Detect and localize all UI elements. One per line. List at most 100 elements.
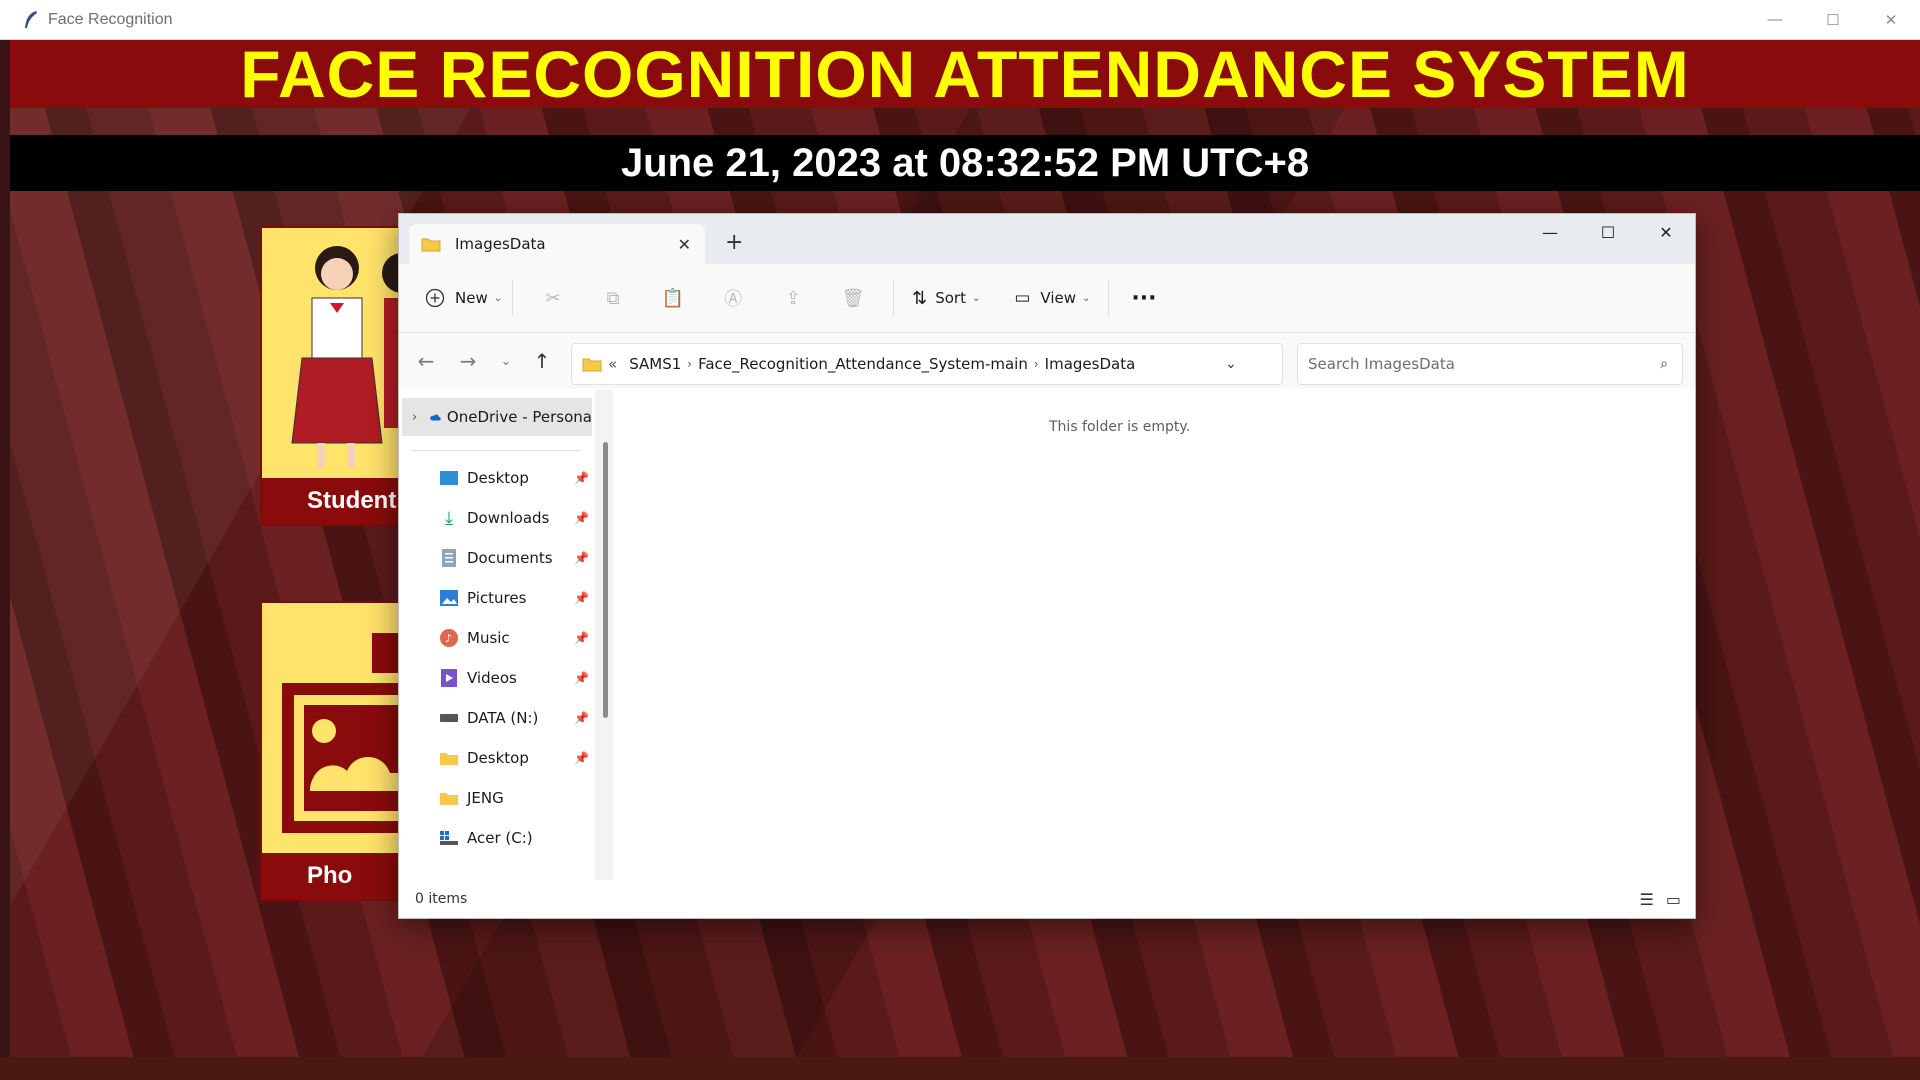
tab-label: ImagesData (455, 235, 546, 253)
datetime-bar: June 21, 2023 at 08:32:52 PM UTC+8 (10, 135, 1920, 191)
app-close-button[interactable]: ✕ (1862, 0, 1920, 39)
toolbar-divider (1108, 280, 1110, 316)
rename-icon[interactable]: Ⓐ (721, 286, 745, 310)
sidebar-item-label: Documents (467, 549, 553, 567)
recent-locations-chevron-icon[interactable]: ⌄ (495, 354, 517, 369)
download-icon: ⤓ (445, 507, 453, 529)
pin-icon[interactable]: 📌 (574, 591, 589, 605)
documents-icon (439, 548, 459, 568)
up-arrow-icon[interactable]: ↑ (531, 349, 553, 373)
sidebar-item-desktop-folder[interactable]: Desktop 📌 (439, 742, 595, 774)
feather-icon (25, 10, 37, 28)
chevron-down-icon: ⌄ (493, 292, 503, 304)
pin-icon[interactable]: 📌 (574, 751, 589, 765)
back-arrow-icon[interactable]: ← (415, 349, 437, 373)
forward-arrow-icon[interactable]: → (457, 349, 479, 373)
paste-icon[interactable]: 📋 (661, 286, 685, 310)
app-titlebar: Face Recognition — ☐ ✕ (0, 0, 1920, 40)
sidebar-item-label: JENG (467, 789, 504, 807)
drive-icon (439, 708, 459, 728)
sort-icon: ⇅ (912, 287, 928, 309)
header-banner: FACE RECOGNITION ATTENDANCE SYSTEM (10, 40, 1920, 111)
toolbar-divider (512, 280, 514, 316)
search-icon[interactable]: ⌕ (1660, 356, 1668, 372)
new-button-label: New (455, 289, 488, 307)
pin-icon[interactable]: 📌 (574, 711, 589, 725)
explorer-close-button[interactable]: ✕ (1637, 214, 1695, 250)
breadcrumb-separator-icon: › (687, 357, 693, 371)
folder-icon (439, 748, 459, 768)
windows-drive-icon (439, 828, 459, 848)
breadcrumb-sams1[interactable]: SAMS1 (629, 355, 681, 373)
tiles-view-icon[interactable]: ▭ (1666, 890, 1681, 909)
sidebar-item-label: Acer (C:) (467, 829, 533, 847)
pin-icon[interactable]: 📌 (574, 511, 589, 525)
new-button[interactable]: New ⌄ (425, 288, 502, 308)
sidebar-item-pictures[interactable]: Pictures 📌 (439, 582, 595, 614)
pin-icon[interactable]: 📌 (574, 631, 589, 645)
pin-icon[interactable]: 📌 (574, 551, 589, 565)
address-row: ← → ⌄ ↑ « SAMS1 › Face_Recognition_Atten… (399, 333, 1695, 389)
music-icon: ♪ (439, 628, 459, 648)
sidebar-item-label: Pictures (467, 589, 527, 607)
search-input[interactable] (1306, 354, 1630, 374)
sidebar-item-label: Desktop (467, 469, 529, 487)
sidebar-item-onedrive[interactable]: › OneDrive - Persona (402, 398, 592, 436)
sidebar-item-downloads[interactable]: ⤓ Downloads 📌 (439, 502, 595, 534)
svg-text:♪: ♪ (445, 632, 452, 645)
file-explorer-window: ImagesData ✕ + — ☐ ✕ New ⌄ ✂ ⧉ 📋 Ⓐ ⇪ 🗑 ⇅… (398, 213, 1696, 919)
view-icon: ▭ (1014, 288, 1031, 308)
explorer-tabbar: ImagesData ✕ + — ☐ ✕ (399, 214, 1695, 264)
new-tab-button[interactable]: + (725, 230, 743, 255)
pin-icon[interactable]: 📌 (574, 471, 589, 485)
onedrive-cloud-icon (430, 414, 441, 421)
explorer-minimize-button[interactable]: — (1521, 214, 1579, 250)
toolbar-divider (893, 280, 895, 316)
tab-imagesdata[interactable]: ImagesData ✕ (409, 224, 705, 264)
copy-icon[interactable]: ⧉ (601, 286, 625, 310)
more-options-button[interactable]: ··· (1131, 286, 1156, 311)
desktop-icon (439, 468, 459, 488)
breadcrumb-imagesdata[interactable]: ImagesData (1045, 355, 1136, 373)
sidebar-item-videos[interactable]: Videos 📌 (439, 662, 595, 694)
sidebar-item-documents[interactable]: Documents 📌 (439, 542, 595, 574)
nav-scrollbar-thumb[interactable] (603, 442, 608, 718)
sidebar-item-desktop[interactable]: Desktop 📌 (439, 462, 595, 494)
explorer-toolbar: New ⌄ ✂ ⧉ 📋 Ⓐ ⇪ 🗑 ⇅ Sort ⌄ ▭ View ⌄ ··· (399, 264, 1695, 333)
breadcrumb-separator-icon: › (1033, 357, 1039, 371)
videos-icon (439, 668, 459, 688)
expand-chevron-icon[interactable]: › (412, 410, 417, 425)
app-maximize-button[interactable]: ☐ (1804, 0, 1862, 39)
cut-icon[interactable]: ✂ (541, 286, 565, 310)
sidebar-item-label: OneDrive - Persona (446, 408, 592, 426)
app-title: Face Recognition (48, 10, 173, 28)
sort-button[interactable]: ⇅ Sort ⌄ (912, 288, 980, 309)
explorer-maximize-button[interactable]: ☐ (1579, 214, 1637, 250)
view-button[interactable]: ▭ View ⌄ (1014, 288, 1090, 308)
page-title: FACE RECOGNITION ATTENDANCE SYSTEM (240, 40, 1690, 111)
tab-close-icon[interactable]: ✕ (678, 235, 691, 254)
details-view-icon[interactable]: ☰ (1640, 890, 1654, 909)
sidebar-item-acer-c[interactable]: Acer (C:) (439, 822, 595, 854)
address-overflow[interactable]: « (608, 355, 617, 373)
address-bar[interactable]: « SAMS1 › Face_Recognition_Attendance_Sy… (571, 343, 1318, 385)
breadcrumb-project[interactable]: Face_Recognition_Attendance_System-main (698, 355, 1028, 373)
sidebar-item-label: DATA (N:) (467, 709, 539, 727)
sidebar-item-label: Videos (467, 669, 517, 687)
navigation-pane: › OneDrive - Persona Desktop 📌 ⤓ Downloa… (399, 390, 595, 880)
sidebar-item-data-drive[interactable]: DATA (N:) 📌 (439, 702, 595, 734)
delete-icon[interactable]: 🗑 (841, 286, 865, 310)
address-dropdown-icon[interactable]: ⌄ (1225, 356, 1237, 372)
share-icon[interactable]: ⇪ (781, 286, 805, 310)
search-box[interactable]: ⌕ (1297, 343, 1683, 385)
sidebar-item-music[interactable]: ♪ Music 📌 (439, 622, 595, 654)
folder-icon (421, 238, 441, 252)
plus-circle-icon (425, 288, 445, 308)
nav-divider (411, 450, 581, 451)
status-bar: 0 items ☰ ▭ (399, 880, 1695, 918)
app-minimize-button[interactable]: — (1746, 0, 1804, 39)
sidebar-item-jeng[interactable]: JENG (439, 782, 595, 814)
folder-icon (439, 788, 459, 808)
pin-icon[interactable]: 📌 (574, 671, 589, 685)
sidebar-item-label: Downloads (467, 509, 550, 527)
